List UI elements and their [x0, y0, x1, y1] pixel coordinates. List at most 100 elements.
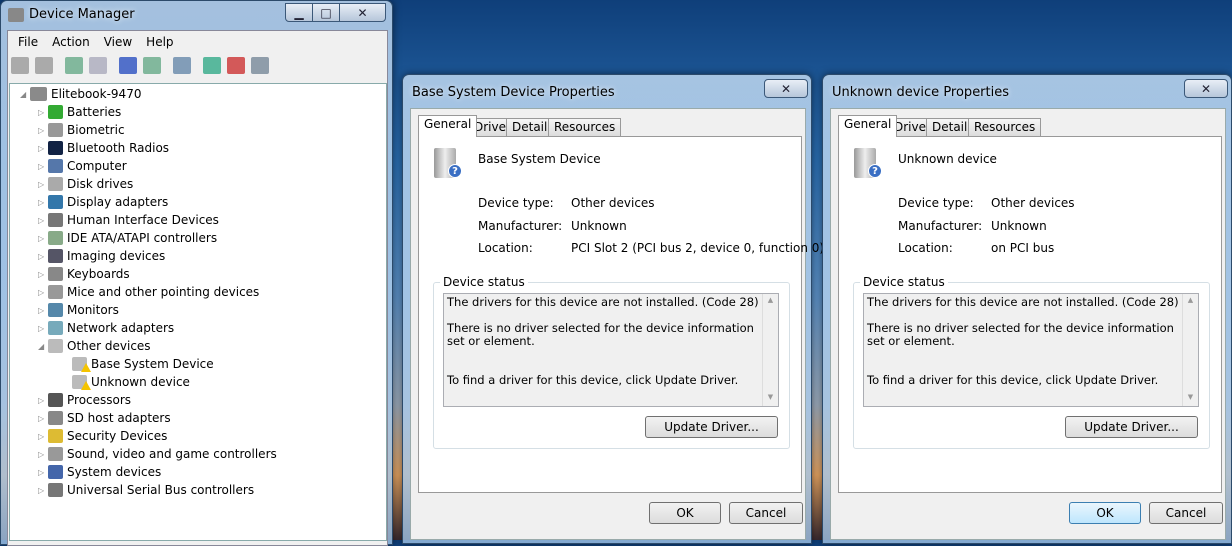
menu-help[interactable]: Help [146, 35, 173, 49]
category-icon [48, 303, 63, 317]
tree-item-network-adapters[interactable]: ▷ Network adapters [38, 319, 174, 337]
disable-icon[interactable] [251, 57, 269, 74]
expand-arrow-icon[interactable]: ▷ [38, 198, 48, 207]
expand-arrow-icon[interactable]: ▷ [38, 180, 48, 189]
app-icon [8, 8, 24, 22]
status-scrollbar[interactable]: ▲ ▼ [762, 294, 778, 406]
device-name: Unknown device [898, 152, 997, 166]
device-tree[interactable]: ◢ Elitebook-9470 ▷ Batteries ▷ Biometric ▷ Blue… [9, 83, 387, 541]
properties-icon[interactable] [89, 57, 107, 74]
tree-item-bluetooth-radios[interactable]: ▷ Bluetooth Radios [38, 139, 169, 157]
question-mark-icon: ? [868, 164, 882, 178]
maximize-button[interactable]: □ [312, 3, 340, 22]
collapse-arrow-icon[interactable]: ◢ [38, 342, 48, 351]
cancel-button[interactable]: Cancel [1149, 502, 1223, 524]
tree-item-imaging-devices[interactable]: ▷ Imaging devices [38, 247, 165, 265]
expand-arrow-icon[interactable]: ▷ [38, 252, 48, 261]
expand-arrow-icon[interactable]: ▷ [38, 396, 48, 405]
tree-root[interactable]: ◢ Elitebook-9470 [20, 85, 141, 103]
expand-arrow-icon[interactable]: ▷ [38, 486, 48, 495]
menu-view[interactable]: View [104, 35, 132, 49]
help-icon[interactable] [119, 57, 137, 74]
close-button[interactable]: ✕ [1184, 79, 1228, 98]
cancel-button[interactable]: Cancel [729, 502, 803, 524]
ok-button[interactable]: OK [1069, 502, 1141, 524]
tree-item-monitors[interactable]: ▷ Monitors [38, 301, 119, 319]
scan-hardware-icon[interactable] [173, 57, 191, 74]
prop-value: on PCI bus [991, 241, 1055, 255]
tree-item-ide-ata-atapi-controllers[interactable]: ▷ IDE ATA/ATAPI controllers [38, 229, 217, 247]
expand-arrow-icon[interactable]: ▷ [38, 162, 48, 171]
expand-arrow-icon[interactable]: ▷ [38, 324, 48, 333]
tree-item-device[interactable]: Base System Device [72, 355, 214, 373]
tree-item-biometric[interactable]: ▷ Biometric [38, 121, 125, 139]
tree-item-device[interactable]: Unknown device [72, 373, 190, 391]
update-driver-button[interactable]: Update Driver... [1065, 416, 1198, 438]
device-status-textbox[interactable]: The drivers for this device are not inst… [443, 293, 779, 407]
prop-label: Location: [478, 241, 533, 255]
category-icon [48, 285, 63, 299]
tree-item-batteries[interactable]: ▷ Batteries [38, 103, 121, 121]
expand-arrow-icon[interactable]: ▷ [38, 468, 48, 477]
expand-arrow-icon[interactable]: ▷ [38, 270, 48, 279]
category-icon [48, 105, 63, 119]
device-status-textbox[interactable]: The drivers for this device are not inst… [863, 293, 1199, 407]
prop-label: Device type: [898, 196, 974, 210]
ok-button[interactable]: OK [649, 502, 721, 524]
tree-item-mice-and-other-pointing-devices[interactable]: ▷ Mice and other pointing devices [38, 283, 259, 301]
minimize-button[interactable]: ▁ [285, 3, 313, 22]
category-icon [48, 393, 63, 407]
tree-item-universal-serial-bus-controllers[interactable]: ▷ Universal Serial Bus controllers [38, 481, 254, 499]
tree-item-processors[interactable]: ▷ Processors [38, 391, 131, 409]
expand-arrow-icon[interactable]: ▷ [38, 414, 48, 423]
prop-label: Device type: [478, 196, 554, 210]
expand-arrow-icon[interactable]: ▷ [38, 108, 48, 117]
uninstall-icon[interactable] [227, 57, 245, 74]
expand-arrow-icon[interactable]: ▷ [38, 126, 48, 135]
category-icon [48, 177, 63, 191]
window-title: Device Manager [29, 7, 135, 22]
expand-arrow-icon[interactable]: ▷ [38, 234, 48, 243]
back-icon[interactable] [11, 57, 29, 74]
forward-icon[interactable] [35, 57, 53, 74]
tree-item-system-devices[interactable]: ▷ System devices [38, 463, 161, 481]
update-driver-button[interactable]: Update Driver... [645, 416, 778, 438]
close-button[interactable]: ✕ [764, 79, 808, 98]
status-scrollbar[interactable]: ▲ ▼ [1182, 294, 1198, 406]
tree-item-disk-drives[interactable]: ▷ Disk drives [38, 175, 133, 193]
tree-item-human-interface-devices[interactable]: ▷ Human Interface Devices [38, 211, 219, 229]
expand-arrow-icon[interactable]: ▷ [38, 306, 48, 315]
tree-item-security-devices[interactable]: ▷ Security Devices [38, 427, 167, 445]
category-icon [48, 195, 63, 209]
tree-item-other-devices[interactable]: ◢ Other devices [38, 337, 151, 355]
prop-label: Location: [898, 241, 953, 255]
update-driver-icon[interactable] [203, 57, 221, 74]
tree-item-computer[interactable]: ▷ Computer [38, 157, 127, 175]
tree-item-sound-video-and-game-controllers[interactable]: ▷ Sound, video and game controllers [38, 445, 277, 463]
tab-general[interactable]: General [838, 115, 898, 137]
toolbar [11, 57, 269, 74]
expand-arrow-icon[interactable]: ▷ [38, 450, 48, 459]
expand-arrow-icon[interactable]: ▷ [38, 216, 48, 225]
show-hide-tree-icon[interactable] [65, 57, 83, 74]
tab-resources[interactable]: Resources [968, 118, 1042, 136]
category-icon [48, 267, 63, 281]
collapse-arrow-icon[interactable]: ◢ [20, 90, 30, 99]
action-pane-icon[interactable] [143, 57, 161, 74]
menu-action[interactable]: Action [52, 35, 90, 49]
tree-item-display-adapters[interactable]: ▷ Display adapters [38, 193, 168, 211]
prop-value: PCI Slot 2 (PCI bus 2, device 0, functio… [571, 241, 825, 255]
expand-arrow-icon[interactable]: ▷ [38, 144, 48, 153]
tree-item-sd-host-adapters[interactable]: ▷ SD host adapters [38, 409, 171, 427]
close-button[interactable]: ✕ [339, 3, 386, 22]
tab-resources[interactable]: Resources [548, 118, 622, 136]
menu-bar: File Action View Help [18, 35, 188, 49]
menu-file[interactable]: File [18, 35, 38, 49]
computer-icon [30, 87, 47, 101]
expand-arrow-icon[interactable]: ▷ [38, 288, 48, 297]
tab-general[interactable]: General [418, 115, 478, 137]
category-icon [48, 213, 63, 227]
tree-item-keyboards[interactable]: ▷ Keyboards [38, 265, 130, 283]
device-manager-window: Device Manager ▁ □ ✕ File Action View Help … [0, 0, 393, 546]
expand-arrow-icon[interactable]: ▷ [38, 432, 48, 441]
